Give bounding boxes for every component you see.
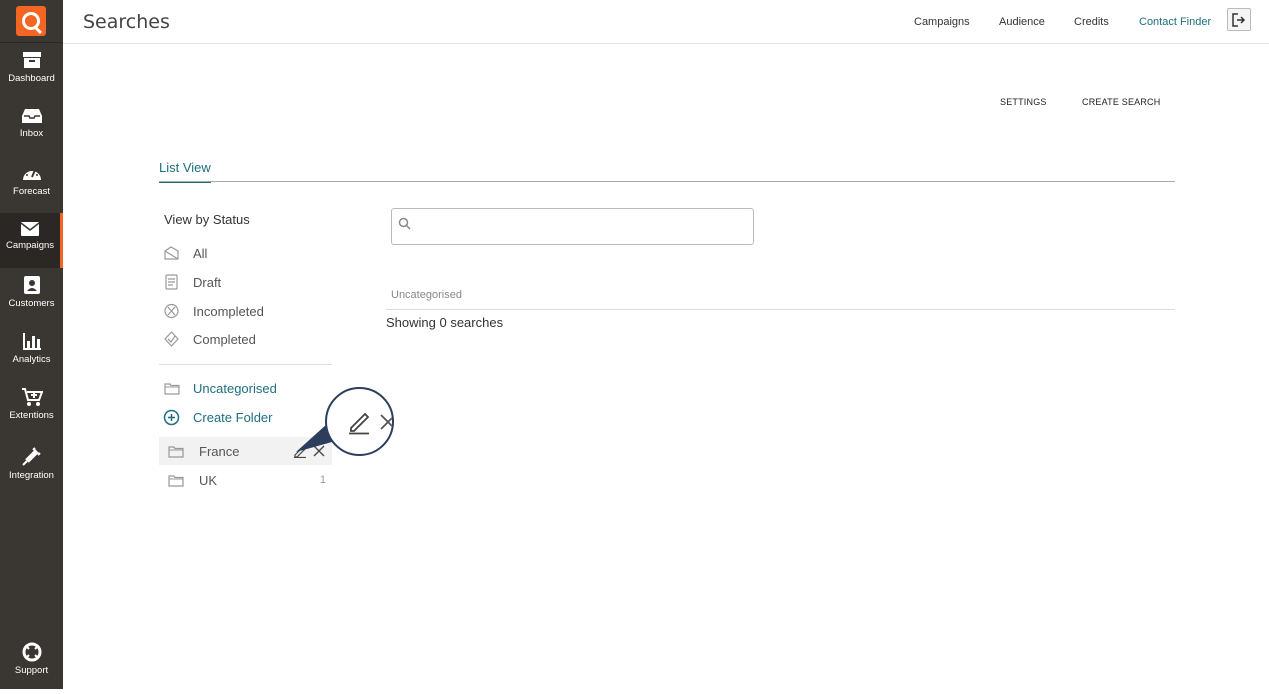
tab-divider [159,181,1175,182]
lifebuoy-icon [22,642,41,662]
top-link-campaigns[interactable]: Campaigns [914,16,970,28]
tab-list-view[interactable]: List View [159,160,211,183]
sidebar-item-support[interactable]: Support [0,642,63,694]
status-item-label: Incompleted [193,303,264,319]
speedometer-icon [22,169,41,180]
sidebar-item-label: Customers [8,298,55,309]
cart-plus-icon [21,388,43,406]
sidebar-item-forecast[interactable]: Forecast [0,163,63,215]
settings-button[interactable]: SETTINGS [1000,97,1047,107]
folder-icon [168,474,184,487]
sidebar-item-inbox[interactable]: Inbox [0,107,63,159]
app-logo[interactable] [16,6,46,36]
sidebar-item-extentions[interactable]: Extentions [0,387,63,439]
envelope-icon [20,222,40,236]
status-item-label: Completed [193,331,256,347]
page-title: Searches [83,11,170,33]
status-item-all[interactable]: All [163,243,207,263]
sidebar-item-dashboard[interactable]: Dashboard [0,50,63,102]
inbox-tray-icon [21,109,42,123]
top-link-audience[interactable]: Audience [999,16,1045,28]
status-divider [159,364,332,365]
logout-icon [1232,12,1246,27]
search-icon [398,217,411,230]
folder-uk[interactable]: UK 1 [159,466,332,494]
inbox-all-icon [164,246,179,260]
plus-circle-icon [163,409,180,425]
sidebar-item-integration[interactable]: Integration [0,445,63,497]
sidebar-item-campaigns[interactable]: Campaigns [0,213,63,268]
folder-label: Uncategorised [193,380,277,396]
sidebar: Dashboard Inbox Forecast Campaigns Custo… [0,0,63,689]
logo-divider [0,42,63,43]
top-bar: Searches Campaigns Audience Credits Cont… [63,0,1269,44]
completed-icon [164,331,179,347]
status-item-draft[interactable]: Draft [163,272,221,292]
sidebar-item-label: Analytics [12,354,51,365]
sidebar-item-label: Campaigns [5,240,55,251]
sidebar-item-label: Dashboard [8,73,55,84]
create-folder-label: Create Folder [193,409,273,425]
folder-count: 1 [319,474,326,486]
logout-button[interactable] [1227,8,1251,31]
folder-label: UK [199,472,218,488]
results-count-text: Showing 0 searches [386,315,504,330]
status-item-incompleted[interactable]: Incompleted [163,301,264,321]
search-input[interactable] [391,208,754,245]
status-item-label: All [193,245,208,261]
results-category-label: Uncategorised [391,289,462,301]
sidebar-item-label: Extentions [9,410,54,421]
sidebar-item-label: Inbox [19,128,44,139]
contact-book-icon [23,276,40,294]
sidebar-item-label: Integration [9,470,54,481]
create-search-button[interactable]: CREATE SEARCH [1082,97,1160,107]
close-icon [380,414,392,430]
status-item-label: Draft [193,274,222,290]
folder-icon [164,382,180,395]
archive-box-icon [22,52,41,68]
draft-icon [165,274,178,290]
bar-chart-icon [22,333,41,350]
plug-icon [21,447,41,466]
folder-uncategorised[interactable]: Uncategorised [159,374,332,402]
status-item-completed[interactable]: Completed [163,329,256,349]
folder-label: France [199,443,240,459]
sidebar-item-label: Support [14,665,49,676]
folder-icon [168,445,184,458]
sidebar-item-label: Forecast [13,186,50,197]
zoom-callout [325,387,394,456]
results-divider [386,309,1175,310]
sidebar-item-analytics[interactable]: Analytics [0,331,63,383]
top-link-credits[interactable]: Credits [1074,16,1109,28]
status-heading: View by Status [164,212,250,227]
sidebar-item-customers[interactable]: Customers [0,275,63,327]
top-link-contact-finder[interactable]: Contact Finder [1139,16,1211,28]
edit-pencil-icon [349,412,370,435]
incompleted-icon [164,303,179,319]
